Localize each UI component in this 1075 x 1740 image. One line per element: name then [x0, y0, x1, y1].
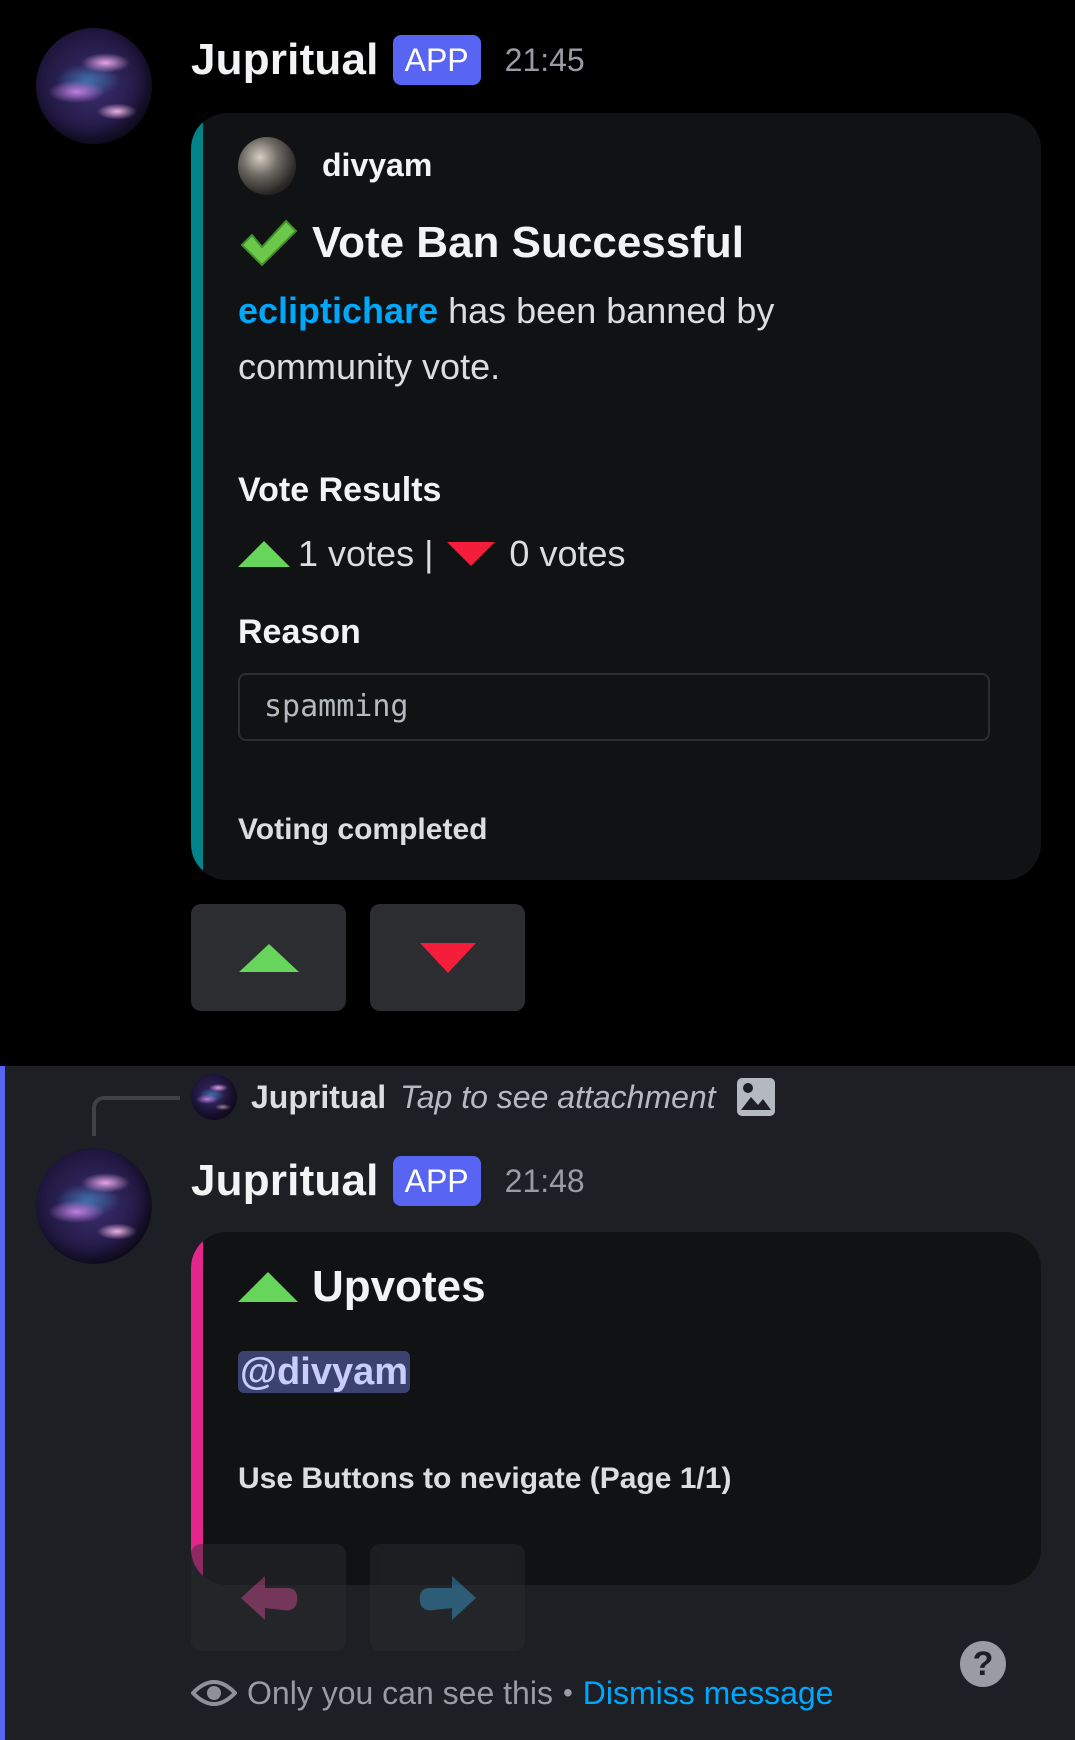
- embed-title: Upvotes: [312, 1262, 486, 1311]
- bot-username[interactable]: Jupritual: [191, 1156, 379, 1206]
- ephemeral-message: Jupritual Tap to see attachment Jupritua…: [0, 1066, 1075, 1740]
- vote-results-value: 1 votes | 0 votes: [238, 533, 626, 575]
- embed-title-row: Upvotes: [238, 1262, 486, 1312]
- vote-results-label: Vote Results: [238, 471, 442, 509]
- reply-avatar[interactable]: [191, 1074, 237, 1120]
- left-arrow-icon: [237, 1572, 301, 1624]
- reply-username: Jupritual: [251, 1078, 387, 1115]
- vote-result-embed: divyam Vote Ban Successful ecliptichare …: [191, 113, 1041, 880]
- reply-connector: [92, 1096, 180, 1136]
- reply-text: Tap to see attachment: [400, 1078, 716, 1115]
- embed-title-row: Vote Ban Successful: [238, 213, 744, 273]
- embed-author-name[interactable]: divyam: [322, 143, 432, 187]
- app-badge: APP: [392, 1156, 481, 1206]
- ephemeral-separator: •: [562, 1677, 573, 1708]
- upvote-triangle-icon: [238, 1272, 298, 1302]
- embed-author-avatar: [238, 137, 296, 195]
- bot-username[interactable]: Jupritual: [191, 35, 379, 85]
- upvote-triangle-icon: [238, 943, 299, 972]
- downvote-count: 0 votes: [509, 533, 626, 574]
- upvote-button[interactable]: [191, 904, 346, 1011]
- bot-avatar[interactable]: [36, 1148, 152, 1264]
- downvote-triangle-icon: [447, 542, 496, 566]
- message-header: Jupritual APP 21:48: [191, 1151, 585, 1211]
- downvote-triangle-icon: [419, 942, 476, 973]
- image-attachment-icon: [736, 1077, 776, 1117]
- description-text-1: has been banned by: [438, 290, 775, 331]
- help-icon[interactable]: ?: [960, 1641, 1006, 1687]
- check-mark-icon: [238, 213, 298, 273]
- bot-avatar[interactable]: [36, 28, 152, 144]
- embed-accent-bar: [191, 113, 203, 880]
- downvote-button[interactable]: [370, 904, 525, 1011]
- reason-label: Reason: [238, 613, 361, 651]
- banned-user-link[interactable]: ecliptichare: [238, 290, 438, 331]
- eye-icon: [190, 1673, 238, 1713]
- reason-code-block: spamming: [238, 673, 990, 741]
- timestamp: 21:45: [504, 41, 585, 78]
- timestamp: 21:48: [504, 1162, 585, 1199]
- right-arrow-icon: [416, 1572, 480, 1624]
- embed-description: ecliptichare has been banned by communit…: [238, 283, 998, 395]
- ephemeral-accent-bar: [0, 1066, 5, 1740]
- reason-text: spamming: [264, 689, 409, 724]
- upvote-triangle-icon: [238, 541, 290, 567]
- ephemeral-text: Only you can see this: [247, 1674, 553, 1711]
- reply-preview[interactable]: Jupritual Tap to see attachment: [251, 1072, 776, 1122]
- embed-description: @divyam: [238, 1344, 411, 1400]
- upvote-count: 1 votes |: [298, 533, 434, 574]
- description-text-2: community vote.: [238, 346, 501, 387]
- previous-page-button[interactable]: [191, 1544, 346, 1651]
- user-mention[interactable]: @divyam: [238, 1351, 411, 1393]
- app-badge: APP: [392, 35, 481, 85]
- dismiss-message-link[interactable]: Dismiss message: [583, 1675, 834, 1712]
- next-page-button[interactable]: [370, 1544, 525, 1651]
- ephemeral-notice: Only you can see this • Dismiss message: [190, 1668, 834, 1718]
- embed-title: Vote Ban Successful: [312, 218, 744, 267]
- message-header: Jupritual APP 21:45: [191, 30, 585, 90]
- upvotes-embed: Upvotes @divyam Use Buttons to nevigate …: [191, 1232, 1041, 1585]
- embed-accent-bar: [191, 1232, 203, 1585]
- embed-footer: Use Buttons to nevigate (Page 1/1): [238, 1462, 732, 1495]
- embed-footer: Voting completed: [238, 813, 488, 846]
